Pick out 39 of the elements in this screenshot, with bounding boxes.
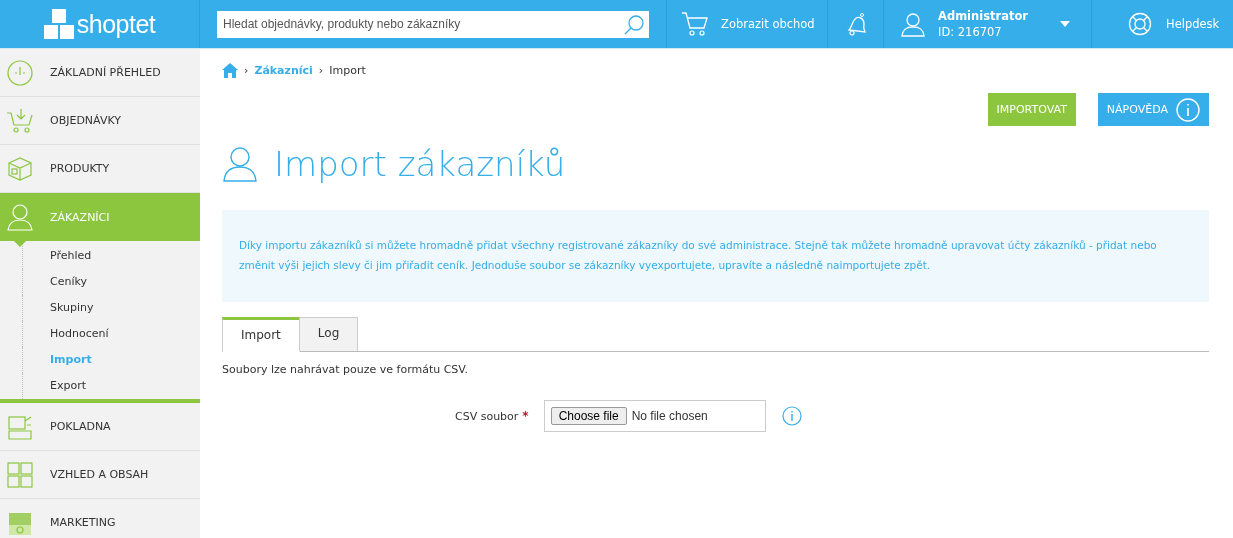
submenu-item[interactable]: Export <box>22 373 200 399</box>
submenu-item[interactable]: Přehled <box>22 243 200 269</box>
file-field[interactable]: Choose file No file chosen <box>543 400 766 432</box>
breadcrumb-separator: › <box>244 63 249 77</box>
format-note: Soubory lze nahrávat pouze ve formátu CSV. <box>222 363 469 376</box>
tiles-icon <box>6 460 34 489</box>
submenu-item[interactable]: Hodnocení <box>22 321 200 347</box>
field-label: CSV soubor <box>455 409 519 423</box>
menu-item[interactable]: VZHLED A OBSAH <box>0 451 200 499</box>
user-icon <box>222 146 258 182</box>
caret-icon <box>1060 21 1070 27</box>
submenu-item[interactable]: Skupiny <box>22 295 200 321</box>
menu-item[interactable]: ZÁKLADNÍ PŘEHLED <box>0 49 200 97</box>
home-icon <box>222 62 238 78</box>
menu-item[interactable]: MARKETING <box>0 499 200 538</box>
logo-blocks-icon <box>43 9 74 39</box>
tab[interactable]: Import <box>222 317 300 352</box>
user-id: ID: 216707 <box>938 25 1003 39</box>
choose-file-button[interactable]: Choose file <box>550 407 627 425</box>
submenu-item[interactable]: Ceníky <box>22 269 200 295</box>
required-mark: * <box>522 409 529 423</box>
search-field[interactable]: Hledat objednávky, produkty nebo zákazníky <box>217 10 649 38</box>
cart-icon <box>681 11 709 37</box>
info-icon <box>1176 97 1200 122</box>
file-status: No file chosen <box>631 409 708 423</box>
tab[interactable]: Log <box>298 317 359 351</box>
info-icon <box>781 406 802 426</box>
cart-icon <box>6 106 34 135</box>
search-icon <box>623 13 645 36</box>
menu-item[interactable]: POKLADNA <box>0 403 200 451</box>
breadcrumb-current: Import <box>329 63 366 77</box>
info-panel: Díky importu zákazníků si můžete hromadně přidat všechny registrované zákazníky do své administrace. Stejně tak můžete hromadně upravovat účty zákazníků - přidat nebo změnit výši jejich slevy či jim přiřadit ceník. Jednoduše soubor se zákazníky vyexportujete, upravíte a následně naimportujete zpět. <box>222 210 1209 302</box>
lifebuoy-icon <box>1128 12 1152 36</box>
user-icon <box>6 203 34 231</box>
page-title: Import zákazníků <box>274 144 566 184</box>
gauge-icon <box>6 58 34 87</box>
breadcrumb-separator: › <box>318 63 324 77</box>
menu-item[interactable]: OBJEDNÁVKY <box>0 97 200 145</box>
user-icon <box>900 11 926 37</box>
